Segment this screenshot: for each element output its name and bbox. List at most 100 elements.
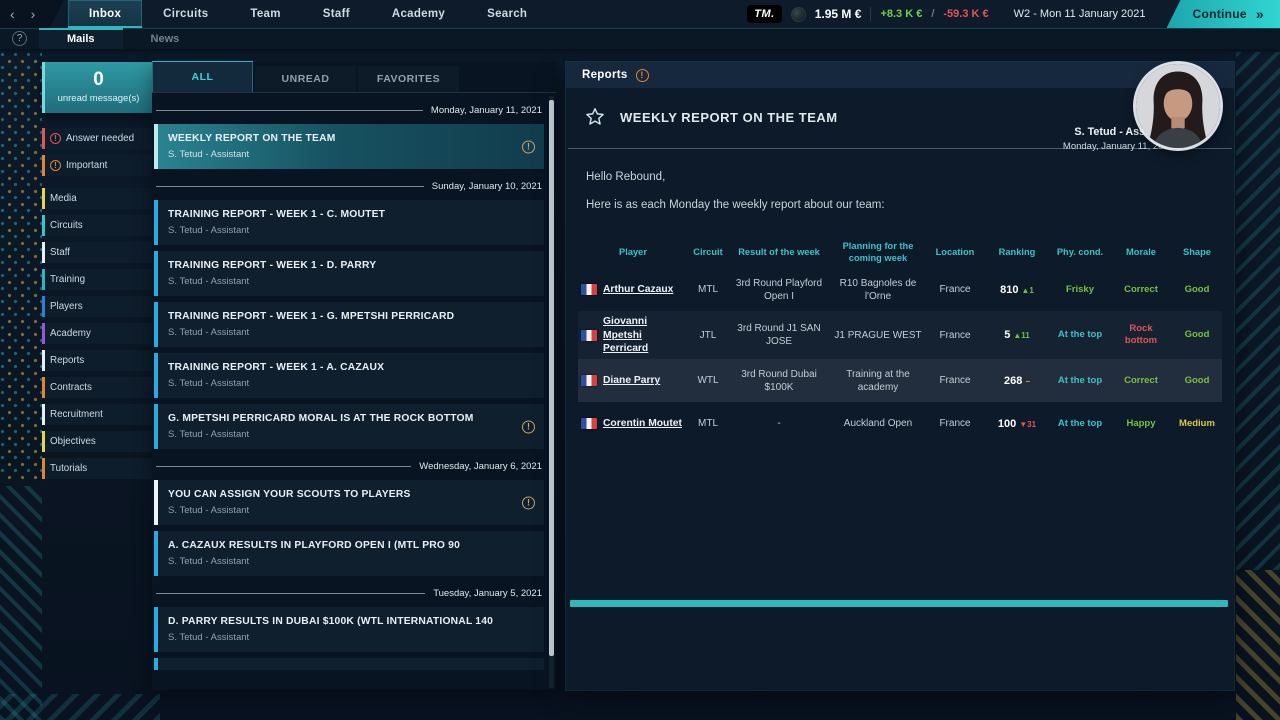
top-tab-team[interactable]: Team (229, 0, 301, 28)
planning-cell: R10 Bagnoles de l'Orne (830, 277, 926, 303)
mail-item[interactable]: TRAINING REPORT - WEEK 1 - C. MOUTETS. T… (154, 200, 544, 245)
sidebar-item-academy[interactable]: Academy (42, 323, 152, 344)
important-icon: ! (522, 140, 535, 153)
mail-item[interactable]: WEEKLY REPORT ON THE TEAMS. Tetud - Assi… (154, 124, 544, 169)
intro-text: Here is as each Monday the weekly report… (578, 199, 1222, 211)
player-link[interactable]: Arthur Cazaux (603, 283, 673, 296)
mail-groups: Monday, January 11, 2021 WEEKLY REPORT ON… (152, 93, 556, 690)
shape-cell: Medium (1172, 418, 1222, 430)
sidebar-item-players[interactable]: Players (42, 296, 152, 317)
important-icon: ! (522, 496, 535, 509)
report-category-label: Reports (582, 69, 628, 81)
help-icon[interactable]: ? (12, 31, 27, 46)
phy-cond-cell: At the top (1050, 329, 1110, 341)
sidebar-item-objectives[interactable]: Objectives (42, 431, 152, 452)
ranking-delta: ▼31 (1019, 420, 1036, 429)
sidebar-item-recruitment[interactable]: Recruitment (42, 404, 152, 425)
location-cell: France (926, 283, 984, 296)
sidebar-item-contracts[interactable]: Contracts (42, 377, 152, 398)
topbar-right: TM. 1.95 M € +8.3 K € / -59.3 K € W2 - M… (747, 0, 1280, 28)
mail-scrollbar[interactable] (549, 96, 554, 688)
tab-news[interactable]: News (123, 28, 208, 49)
player-link[interactable]: Diane Parry (603, 374, 660, 387)
mail-item-partial[interactable] (154, 658, 544, 670)
mail-filter-tab-favorites[interactable]: FAVORITES (358, 66, 459, 92)
report-category-header: Reports ! (566, 62, 1234, 88)
sidebar-item-label: Academy (50, 328, 91, 339)
mail-text: TRAINING REPORT - WEEK 1 - D. PARRYS. Te… (168, 260, 376, 288)
alert-icon: ! (50, 160, 61, 171)
report-table-body: Arthur CazauxMTL3rd Round Playford Open … (578, 268, 1222, 445)
player-link[interactable]: Giovanni Mpetshi Perricard (603, 315, 685, 355)
separator-line (156, 593, 425, 594)
ranking-cell: 810▲1 (984, 283, 1050, 297)
ranking-cell: 100▼31 (984, 417, 1050, 431)
mail-item[interactable]: D. PARRY RESULTS IN DUBAI $100K (WTL INT… (154, 607, 544, 652)
column-header: Location (926, 243, 984, 263)
top-tab-circuits[interactable]: Circuits (142, 0, 229, 28)
scrollbar-thumb[interactable] (549, 100, 554, 656)
mail-filter-tab-all[interactable]: ALL (152, 61, 253, 92)
sidebar-item-staff[interactable]: Staff (42, 242, 152, 263)
table-row[interactable]: Corentin MoutetMTL-Auckland OpenFrance10… (578, 402, 1222, 445)
mail-title: WEEKLY REPORT ON THE TEAM (168, 133, 335, 146)
sidebar-item-label: Tutorials (50, 463, 87, 474)
favorite-star-icon[interactable] (584, 106, 606, 128)
avatar-illustration (1136, 64, 1220, 148)
mail-item[interactable]: TRAINING REPORT - WEEK 1 - G. MPETSHI PE… (154, 302, 544, 347)
tab-mails[interactable]: Mails (39, 28, 123, 49)
mail-title: TRAINING REPORT - WEEK 1 - D. PARRY (168, 260, 376, 273)
separator-date: Sunday, January 10, 2021 (432, 181, 542, 192)
mail-title: A. CAZAUX RESULTS IN PLAYFORD OPEN I (MT… (168, 540, 460, 553)
location-cell: France (926, 329, 984, 342)
sidebar-item-training[interactable]: Training (42, 269, 152, 290)
sidebar-item-media[interactable]: Media (42, 188, 152, 209)
top-tabs: InboxCircuitsTeamStaffAcademySearch (68, 0, 548, 28)
player-cell: Diane Parry (578, 374, 688, 387)
unread-label: unread message(s) (53, 93, 144, 104)
continue-button[interactable]: Continue » (1167, 0, 1280, 28)
ranking-value: 100 (998, 418, 1016, 430)
sidebar-item-circuits[interactable]: Circuits (42, 215, 152, 236)
forward-icon[interactable]: › (31, 7, 36, 21)
separator-line (156, 466, 411, 467)
sidebar-item-tutorials[interactable]: Tutorials (42, 458, 152, 479)
mail-item[interactable]: TRAINING REPORT - WEEK 1 - D. PARRYS. Te… (154, 251, 544, 296)
tm-logo: TM. (747, 5, 781, 23)
table-row[interactable]: Arthur CazauxMTL3rd Round Playford Open … (578, 268, 1222, 311)
sidebar-item-important[interactable]: !Important (42, 155, 152, 176)
top-tab-inbox[interactable]: Inbox (68, 0, 142, 28)
report-panel: Reports ! S. Tetud - Assistant Monday, J… (566, 62, 1234, 690)
shape-cell: Good (1172, 284, 1222, 296)
france-flag-icon (581, 284, 597, 295)
planning-cell: J1 PRAGUE WEST (830, 329, 926, 342)
top-tab-staff[interactable]: Staff (302, 0, 371, 28)
mail-item[interactable]: YOU CAN ASSIGN YOUR SCOUTS TO PLAYERSS. … (154, 480, 544, 525)
weekly-gain: +8.3 K € (880, 8, 922, 20)
mail-filter-tab-unread[interactable]: UNREAD (255, 66, 356, 92)
continue-label: Continue (1193, 7, 1247, 21)
phy-cond-cell: At the top (1050, 375, 1110, 387)
back-icon[interactable]: ‹ (10, 7, 15, 21)
separator-date: Monday, January 11, 2021 (431, 105, 542, 116)
mail-item[interactable]: TRAINING REPORT - WEEK 1 - A. CAZAUXS. T… (154, 353, 544, 398)
sidebar-item-answer-needed[interactable]: !Answer needed (42, 128, 152, 149)
report-body: Hello Rebound, Here is as each Monday th… (566, 149, 1234, 445)
top-tab-academy[interactable]: Academy (371, 0, 466, 28)
date-separator: Wednesday, January 6, 2021 (156, 461, 542, 472)
table-row[interactable]: Giovanni Mpetshi PerricardJTL3rd Round J… (578, 311, 1222, 359)
coin-icon (791, 7, 806, 22)
player-link[interactable]: Corentin Moutet (603, 417, 682, 430)
unread-count: 0 (53, 70, 144, 91)
mail-item[interactable]: A. CAZAUX RESULTS IN PLAYFORD OPEN I (MT… (154, 531, 544, 576)
mail-text: A. CAZAUX RESULTS IN PLAYFORD OPEN I (MT… (168, 540, 460, 568)
table-row[interactable]: Diane ParryWTL3rd Round Dubai $100KTrain… (578, 359, 1222, 402)
top-tab-search[interactable]: Search (466, 0, 548, 28)
column-header: Planning for the coming week (830, 237, 926, 268)
table-horizontal-scrollbar[interactable] (570, 600, 1228, 607)
date-separator: Monday, January 11, 2021 (156, 105, 542, 116)
sidebar-item-reports[interactable]: Reports (42, 350, 152, 371)
phy-cond-cell: Frisky (1050, 284, 1110, 296)
mail-item[interactable]: G. MPETSHI PERRICARD MORAL IS AT THE ROC… (154, 404, 544, 449)
mail-filter-tabs: ALLUNREADFAVORITES (152, 62, 556, 93)
